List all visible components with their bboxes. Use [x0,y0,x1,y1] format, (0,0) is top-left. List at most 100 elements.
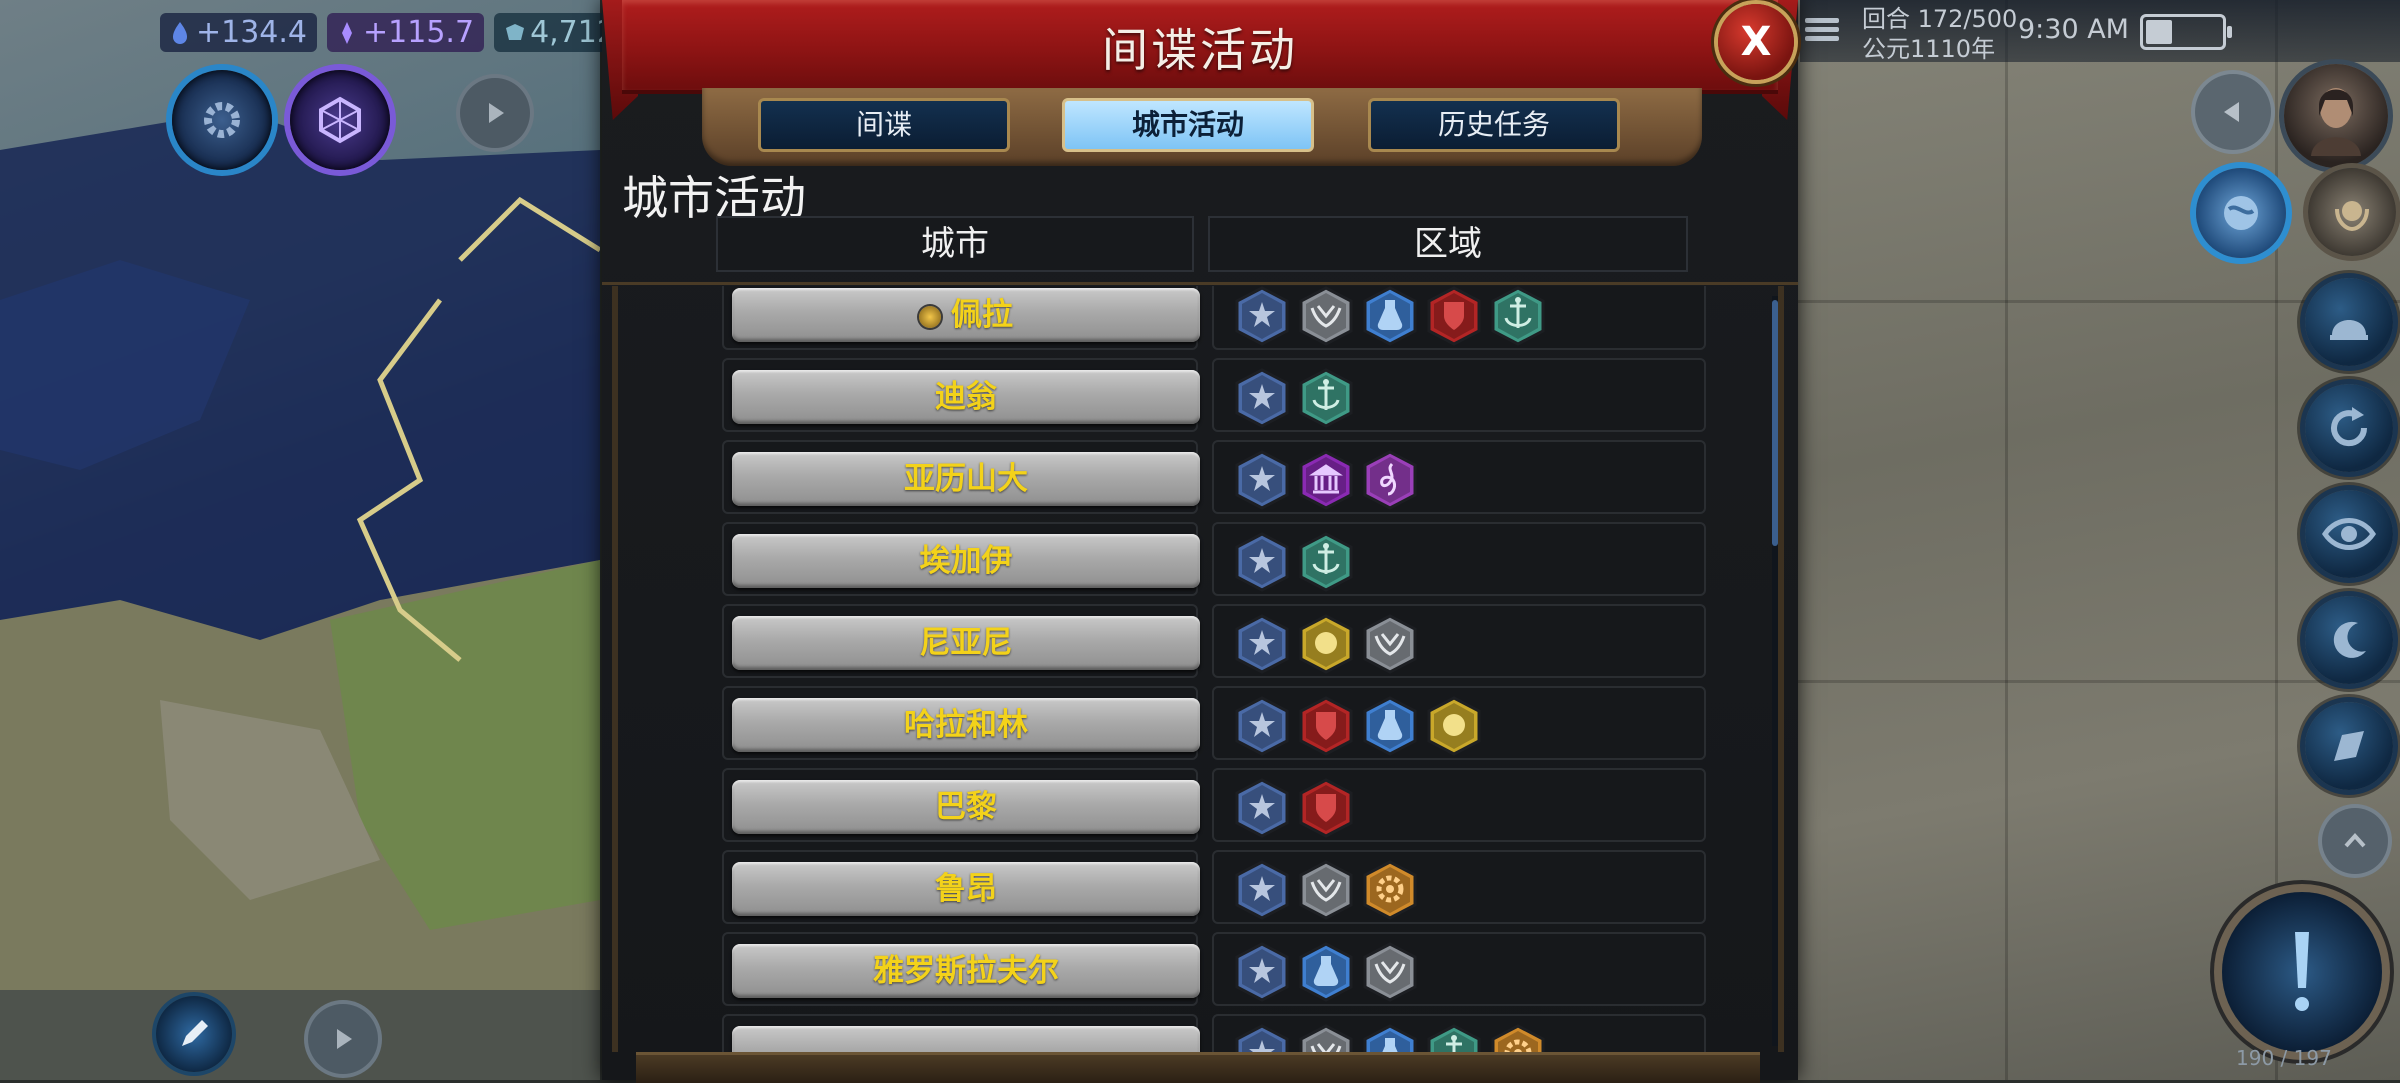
pencil-icon [182,1020,208,1046]
city-list[interactable]: 佩拉迪翁亚历山大埃加伊尼亚尼哈拉和林巴黎鲁昂雅罗斯拉夫尔 [612,286,1784,1052]
city-button[interactable]: 亚历山大 [732,452,1200,506]
laurel-icon [2335,201,2369,232]
science-tree-button[interactable] [172,70,272,170]
play-icon [337,1029,352,1049]
encampment-icon[interactable] [1298,286,1354,346]
campus-icon[interactable] [1362,696,1418,756]
city-row[interactable]: 埃加伊 [722,522,1706,596]
close-button[interactable]: X [1718,4,1794,80]
encampment-icon[interactable] [1298,860,1354,920]
world-rankings-button[interactable] [2196,168,2286,258]
city-button[interactable]: 尼亚尼 [732,616,1200,670]
menu-icon[interactable] [1805,14,1839,46]
city-center-icon[interactable] [1234,942,1290,1002]
city-button[interactable] [732,1026,1200,1052]
city-name: 尼亚尼 [919,625,1013,661]
city-button[interactable]: 雅罗斯拉夫尔 [732,944,1200,998]
civics-tree-button[interactable] [290,70,390,170]
city-row[interactable]: 巴黎 [722,768,1706,842]
city-row[interactable]: 哈拉和林 [722,686,1706,760]
city-center-icon[interactable] [1234,450,1290,510]
game-map-left[interactable] [0,0,600,1080]
city-row[interactable]: 鲁昂 [722,850,1706,924]
scrollbar[interactable] [1772,296,1778,1046]
campus-icon[interactable] [1298,942,1354,1002]
industrial-zone-icon[interactable] [1362,860,1418,920]
play-button-top[interactable] [460,78,530,148]
harbor-icon[interactable] [1298,532,1354,592]
holy-site-icon[interactable] [1298,450,1354,510]
city-button[interactable]: 埃加伊 [732,534,1200,588]
government-icon[interactable] [1298,778,1354,838]
scroll-icon [2334,731,2364,761]
city-row[interactable]: 佩拉 [722,286,1706,350]
tab-city-activity[interactable]: 城市活动 [1062,98,1314,152]
gear-icon [204,102,240,138]
encampment-icon[interactable] [1362,614,1418,674]
city-row[interactable] [722,1014,1706,1052]
government-button[interactable] [2305,278,2393,366]
encampment-icon[interactable] [1298,1024,1354,1052]
district-icons [1234,778,1354,838]
city-center-icon[interactable] [1234,614,1290,674]
scrollbar-thumb[interactable] [1772,300,1778,546]
city-row[interactable]: 迪翁 [722,358,1706,432]
tab-history-missions[interactable]: 历史任务 [1368,98,1620,152]
city-center-icon[interactable] [1234,532,1290,592]
great-people-button[interactable] [2308,168,2396,256]
city-button[interactable]: 佩拉 [732,288,1200,342]
district-icons [1234,1024,1546,1052]
faith-yield[interactable]: +115.7 [327,12,485,52]
city-center-icon[interactable] [1234,778,1290,838]
city-button[interactable]: 鲁昂 [732,862,1200,916]
industrial-zone-icon[interactable] [1490,1024,1546,1052]
collapse-button[interactable] [2322,808,2388,874]
battery-icon [2140,14,2232,50]
leader-portrait[interactable] [2284,64,2388,168]
religion-button[interactable] [2305,384,2393,472]
city-row[interactable]: 亚历山大 [722,440,1706,514]
commercial-hub-icon[interactable] [1426,696,1482,756]
capital-star-icon [919,305,941,328]
campus-icon[interactable] [1362,286,1418,346]
city-button[interactable]: 哈拉和林 [732,698,1200,752]
trade-routes-button[interactable] [2305,702,2393,790]
city-name: 鲁昂 [935,871,997,907]
city-row[interactable]: 雅罗斯拉夫尔 [722,932,1706,1006]
government-icon[interactable] [1298,696,1354,756]
minimap-lens-button[interactable] [156,996,232,1072]
theater-square-icon[interactable] [1362,450,1418,510]
moon-button[interactable] [2305,596,2393,684]
resource-bar: +134.4 +115.7 4,712 [160,10,626,54]
eye-icon [2322,518,2376,550]
column-header-city[interactable]: 城市 [716,216,1194,272]
city-button[interactable]: 迪翁 [732,370,1200,424]
refresh-icon [2331,407,2368,447]
science-yield[interactable]: +134.4 [160,12,318,52]
exclamation-icon [2295,932,2309,1011]
harbor-icon[interactable] [1426,1024,1482,1052]
city-center-icon[interactable] [1234,696,1290,756]
end-turn-button[interactable] [2222,892,2382,1052]
harbor-icon[interactable] [1298,368,1354,428]
city-center-icon[interactable] [1234,286,1290,346]
commercial-hub-icon[interactable] [1298,614,1354,674]
city-button[interactable]: 巴黎 [732,780,1200,834]
play-button-bottom[interactable] [308,1004,378,1074]
espionage-button[interactable] [2305,490,2393,578]
city-name: 哈拉和林 [904,707,1028,743]
tab-spies[interactable]: 间谍 [758,98,1010,152]
city-row[interactable]: 尼亚尼 [722,604,1706,678]
city-center-icon[interactable] [1234,1024,1290,1052]
government-icon[interactable] [1426,286,1482,346]
city-center-icon[interactable] [1234,860,1290,920]
city-center-icon[interactable] [1234,368,1290,428]
city-name: 佩拉 [951,297,1013,333]
play-icon [489,103,504,123]
encampment-icon[interactable] [1362,942,1418,1002]
clock: 9:30 AM [2018,14,2129,45]
campus-icon[interactable] [1362,1024,1418,1052]
column-header-district[interactable]: 区域 [1208,216,1688,272]
previous-button[interactable] [2195,74,2271,150]
harbor-icon[interactable] [1490,286,1546,346]
